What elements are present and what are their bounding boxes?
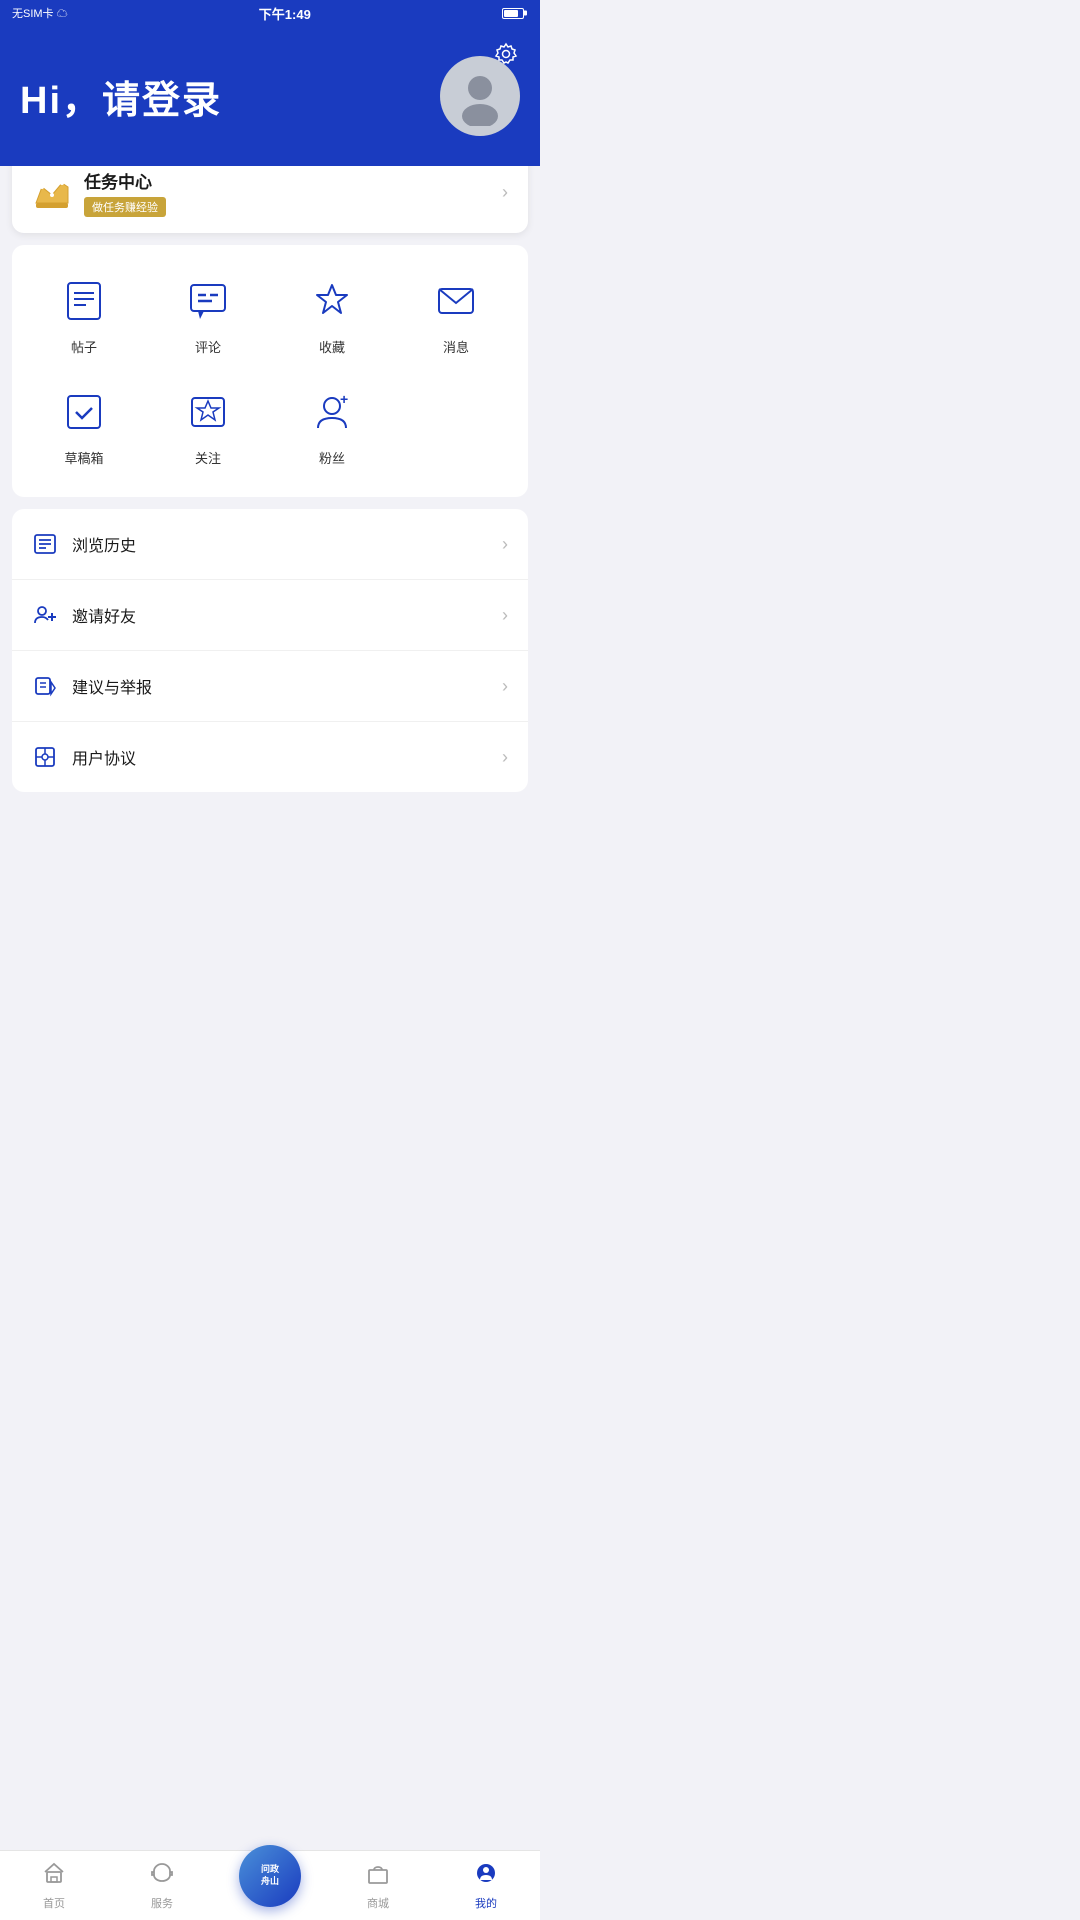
post-icon (58, 275, 110, 327)
home-nav-label: 首页 (43, 1895, 65, 1911)
list-item-agreement[interactable]: 用户协议 › (12, 722, 528, 792)
shop-nav-label: 商城 (367, 1895, 389, 1911)
grid-item-follow[interactable]: 关注 (146, 376, 270, 477)
report-label: 建议与举报 (72, 674, 152, 698)
hero-section: Hi，请登录 (0, 26, 540, 166)
history-label: 浏览历史 (72, 532, 136, 556)
center-button-label: 问政舟山 (261, 1864, 279, 1887)
profile-icon (474, 1861, 498, 1891)
hero-content: Hi，请登录 (20, 56, 520, 136)
grid-item-message[interactable]: 消息 (394, 265, 518, 366)
fans-label: 粉丝 (319, 448, 345, 467)
invite-chevron: › (502, 605, 508, 626)
message-label: 消息 (443, 337, 469, 356)
grid-item-post[interactable]: 帖子 (22, 265, 146, 366)
list-item-report-left: 建议与举报 (32, 673, 152, 699)
settings-button[interactable] (488, 36, 524, 72)
center-button[interactable]: 问政舟山 (239, 1845, 301, 1907)
task-left: 任务中心 做任务赚经验 (32, 168, 166, 217)
status-left: 无SIM卡 ☁ (12, 5, 68, 21)
svg-text:+: + (340, 391, 348, 407)
invite-icon (32, 602, 58, 628)
list-item-invite[interactable]: 邀请好友 › (12, 580, 528, 651)
list-item-agreement-left: 用户协议 (32, 744, 136, 770)
list-item-report[interactable]: 建议与举报 › (12, 651, 528, 722)
invite-label: 邀请好友 (72, 603, 136, 627)
history-icon (32, 531, 58, 557)
fans-icon: + (306, 386, 358, 438)
grid-row-1: 帖子 评论 收藏 (22, 265, 518, 366)
grid-item-favorite[interactable]: 收藏 (270, 265, 394, 366)
service-icon (150, 1861, 174, 1891)
crown-icon (32, 173, 72, 213)
profile-nav-label: 我的 (475, 1895, 497, 1911)
list-item-history-left: 浏览历史 (32, 531, 136, 557)
report-chevron: › (502, 676, 508, 697)
grid-section: 帖子 评论 收藏 (12, 245, 528, 497)
follow-label: 关注 (195, 448, 221, 467)
status-right (502, 8, 524, 19)
history-chevron: › (502, 534, 508, 555)
task-text: 任务中心 做任务赚经验 (84, 168, 166, 217)
task-chevron: › (502, 182, 508, 203)
grid-item-fans[interactable]: + 粉丝 (270, 376, 394, 477)
follow-icon (182, 386, 234, 438)
nav-item-profile[interactable]: 我的 (432, 1861, 540, 1911)
battery-icon (502, 8, 524, 19)
grid-item-comment[interactable]: 评论 (146, 265, 270, 366)
draft-label: 草稿箱 (64, 448, 103, 467)
agreement-chevron: › (502, 747, 508, 768)
grid-row-2: 草稿箱 关注 + 粉丝 (22, 376, 518, 477)
agreement-icon (32, 744, 58, 770)
nav-item-shop[interactable]: 商城 (324, 1861, 432, 1911)
agreement-label: 用户协议 (72, 745, 136, 769)
service-nav-label: 服务 (151, 1895, 173, 1911)
grid-item-draft[interactable]: 草稿箱 (22, 376, 146, 477)
list-section: 浏览历史 › 邀请好友 › (12, 509, 528, 792)
comment-label: 评论 (195, 337, 221, 356)
status-time: 下午1:49 (259, 4, 311, 23)
message-icon (430, 275, 482, 327)
nav-item-service[interactable]: 服务 (108, 1861, 216, 1911)
list-item-history[interactable]: 浏览历史 › (12, 509, 528, 580)
home-icon (42, 1861, 66, 1891)
list-item-invite-left: 邀请好友 (32, 602, 136, 628)
task-badge: 做任务赚经验 (84, 197, 166, 217)
draft-icon (58, 386, 110, 438)
comment-icon (182, 275, 234, 327)
bottom-nav: 首页 服务 问政舟山 商城 (0, 1850, 540, 1920)
post-label: 帖子 (71, 337, 97, 356)
grid-empty (394, 376, 518, 477)
status-bar: 无SIM卡 ☁ 下午1:49 (0, 0, 540, 26)
shop-icon (366, 1861, 390, 1891)
greeting-text[interactable]: Hi，请登录 (20, 69, 222, 124)
star-icon (306, 275, 358, 327)
report-icon (32, 673, 58, 699)
nav-item-center[interactable]: 问政舟山 (216, 1865, 324, 1907)
favorite-label: 收藏 (319, 337, 345, 356)
task-title: 任务中心 (84, 168, 166, 193)
nav-item-home[interactable]: 首页 (0, 1861, 108, 1911)
